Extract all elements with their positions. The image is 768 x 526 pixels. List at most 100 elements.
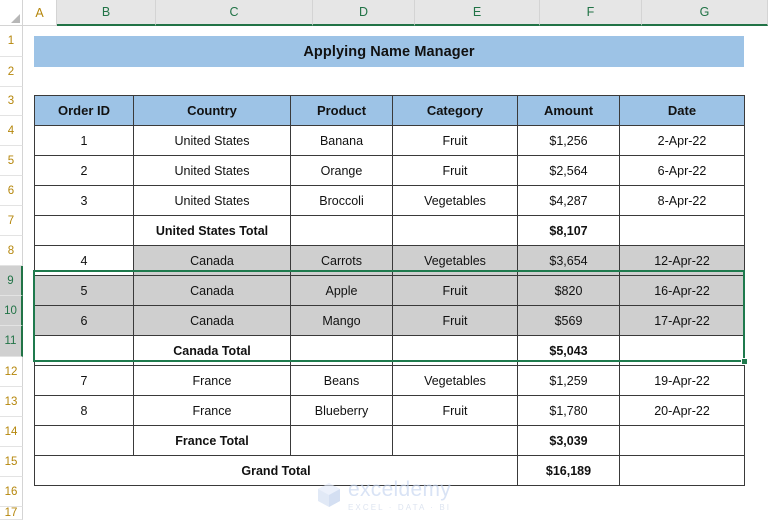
column-header-f[interactable]: F xyxy=(540,0,642,26)
grand-total-amount[interactable]: $16,189 xyxy=(517,455,620,486)
row-header-12[interactable]: 12 xyxy=(0,357,23,387)
cell-amount-r2[interactable]: $4,287 xyxy=(517,185,620,216)
cell-country-r9[interactable]: France xyxy=(133,395,291,426)
cell-order-id-r4[interactable]: 4 xyxy=(34,245,134,276)
grand-total-label[interactable]: Grand Total xyxy=(34,455,518,486)
cell-product-r9[interactable]: Blueberry xyxy=(290,395,393,426)
cell-amount-r5[interactable]: $820 xyxy=(517,275,620,306)
cell-product-r10[interactable] xyxy=(290,425,393,456)
row-header-14[interactable]: 14 xyxy=(0,417,23,447)
column-header-amount[interactable]: Amount xyxy=(517,95,620,126)
cell-product-r2[interactable]: Broccoli xyxy=(290,185,393,216)
cell-date-r10[interactable] xyxy=(619,425,745,456)
cell-category-r9[interactable]: Fruit xyxy=(392,395,518,426)
cell-amount-r1[interactable]: $2,564 xyxy=(517,155,620,186)
cell-amount-r10[interactable]: $3,039 xyxy=(517,425,620,456)
row-header-3[interactable]: 3 xyxy=(0,87,23,116)
column-header-b[interactable]: B xyxy=(57,0,156,26)
column-header-date[interactable]: Date xyxy=(619,95,745,126)
cell-category-r6[interactable]: Fruit xyxy=(392,305,518,336)
row-header-2[interactable]: 2 xyxy=(0,57,23,87)
row-header-11[interactable]: 11 xyxy=(0,326,23,357)
cell-category-r7[interactable] xyxy=(392,335,518,366)
row-header-7[interactable]: 7 xyxy=(0,206,23,236)
sheet-title-banner[interactable]: Applying Name Manager xyxy=(34,36,744,67)
row-header-6[interactable]: 6 xyxy=(0,176,23,206)
row-header-17[interactable]: 17 xyxy=(0,507,23,520)
cell-category-r5[interactable]: Fruit xyxy=(392,275,518,306)
cell-category-r8[interactable]: Vegetables xyxy=(392,365,518,396)
column-header-country[interactable]: Country xyxy=(133,95,291,126)
cell-country-r7[interactable]: Canada Total xyxy=(133,335,291,366)
cell-order-id-r8[interactable]: 7 xyxy=(34,365,134,396)
column-header-d[interactable]: D xyxy=(313,0,415,26)
cell-date-r5[interactable]: 16-Apr-22 xyxy=(619,275,745,306)
column-header-c[interactable]: C xyxy=(156,0,313,26)
cell-product-r3[interactable] xyxy=(290,215,393,246)
cell-order-id-r9[interactable]: 8 xyxy=(34,395,134,426)
row-header-9[interactable]: 9 xyxy=(0,266,23,296)
cell-amount-r9[interactable]: $1,780 xyxy=(517,395,620,426)
row-header-13[interactable]: 13 xyxy=(0,387,23,417)
select-all-corner[interactable] xyxy=(0,0,23,26)
cell-order-id-r2[interactable]: 3 xyxy=(34,185,134,216)
cell-date-r0[interactable]: 2-Apr-22 xyxy=(619,125,745,156)
cell-order-id-r0[interactable]: 1 xyxy=(34,125,134,156)
cell-amount-r4[interactable]: $3,654 xyxy=(517,245,620,276)
cell-date-r1[interactable]: 6-Apr-22 xyxy=(619,155,745,186)
cell-order-id-r5[interactable]: 5 xyxy=(34,275,134,306)
cell-order-id-r10[interactable] xyxy=(34,425,134,456)
cell-category-r2[interactable]: Vegetables xyxy=(392,185,518,216)
cell-date-r2[interactable]: 8-Apr-22 xyxy=(619,185,745,216)
cell-country-r4[interactable]: Canada xyxy=(133,245,291,276)
cell-country-r8[interactable]: France xyxy=(133,365,291,396)
cell-product-r4[interactable]: Carrots xyxy=(290,245,393,276)
cell-date-r7[interactable] xyxy=(619,335,745,366)
cell-country-r10[interactable]: France Total xyxy=(133,425,291,456)
column-header-a[interactable]: A xyxy=(23,0,57,26)
cell-country-r2[interactable]: United States xyxy=(133,185,291,216)
cell-product-r8[interactable]: Beans xyxy=(290,365,393,396)
grand-total-trailing[interactable] xyxy=(619,455,745,486)
fill-handle[interactable] xyxy=(741,358,748,365)
cell-category-r4[interactable]: Vegetables xyxy=(392,245,518,276)
column-header-e[interactable]: E xyxy=(415,0,540,26)
cell-order-id-r3[interactable] xyxy=(34,215,134,246)
cell-category-r0[interactable]: Fruit xyxy=(392,125,518,156)
cell-amount-r3[interactable]: $8,107 xyxy=(517,215,620,246)
row-header-15[interactable]: 15 xyxy=(0,447,23,477)
cell-product-r1[interactable]: Orange xyxy=(290,155,393,186)
row-header-1[interactable]: 1 xyxy=(0,26,23,57)
cell-product-r6[interactable]: Mango xyxy=(290,305,393,336)
cell-amount-r7[interactable]: $5,043 xyxy=(517,335,620,366)
cell-date-r8[interactable]: 19-Apr-22 xyxy=(619,365,745,396)
cell-date-r6[interactable]: 17-Apr-22 xyxy=(619,305,745,336)
row-header-16[interactable]: 16 xyxy=(0,477,23,507)
cell-category-r1[interactable]: Fruit xyxy=(392,155,518,186)
row-header-8[interactable]: 8 xyxy=(0,236,23,266)
cell-product-r5[interactable]: Apple xyxy=(290,275,393,306)
cell-amount-r8[interactable]: $1,259 xyxy=(517,365,620,396)
cell-product-r7[interactable] xyxy=(290,335,393,366)
cell-category-r10[interactable] xyxy=(392,425,518,456)
cell-country-r1[interactable]: United States xyxy=(133,155,291,186)
cell-amount-r0[interactable]: $1,256 xyxy=(517,125,620,156)
cell-date-r9[interactable]: 20-Apr-22 xyxy=(619,395,745,426)
cell-order-id-r7[interactable] xyxy=(34,335,134,366)
column-header-category[interactable]: Category xyxy=(392,95,518,126)
cell-order-id-r6[interactable]: 6 xyxy=(34,305,134,336)
cell-date-r4[interactable]: 12-Apr-22 xyxy=(619,245,745,276)
row-header-5[interactable]: 5 xyxy=(0,146,23,176)
row-header-4[interactable]: 4 xyxy=(0,116,23,146)
column-header-product[interactable]: Product xyxy=(290,95,393,126)
column-header-g[interactable]: G xyxy=(642,0,768,26)
cell-country-r5[interactable]: Canada xyxy=(133,275,291,306)
cell-country-r3[interactable]: United States Total xyxy=(133,215,291,246)
cell-country-r0[interactable]: United States xyxy=(133,125,291,156)
cell-date-r3[interactable] xyxy=(619,215,745,246)
column-header-order-id[interactable]: Order ID xyxy=(34,95,134,126)
cell-order-id-r1[interactable]: 2 xyxy=(34,155,134,186)
cell-product-r0[interactable]: Banana xyxy=(290,125,393,156)
cell-category-r3[interactable] xyxy=(392,215,518,246)
cell-amount-r6[interactable]: $569 xyxy=(517,305,620,336)
